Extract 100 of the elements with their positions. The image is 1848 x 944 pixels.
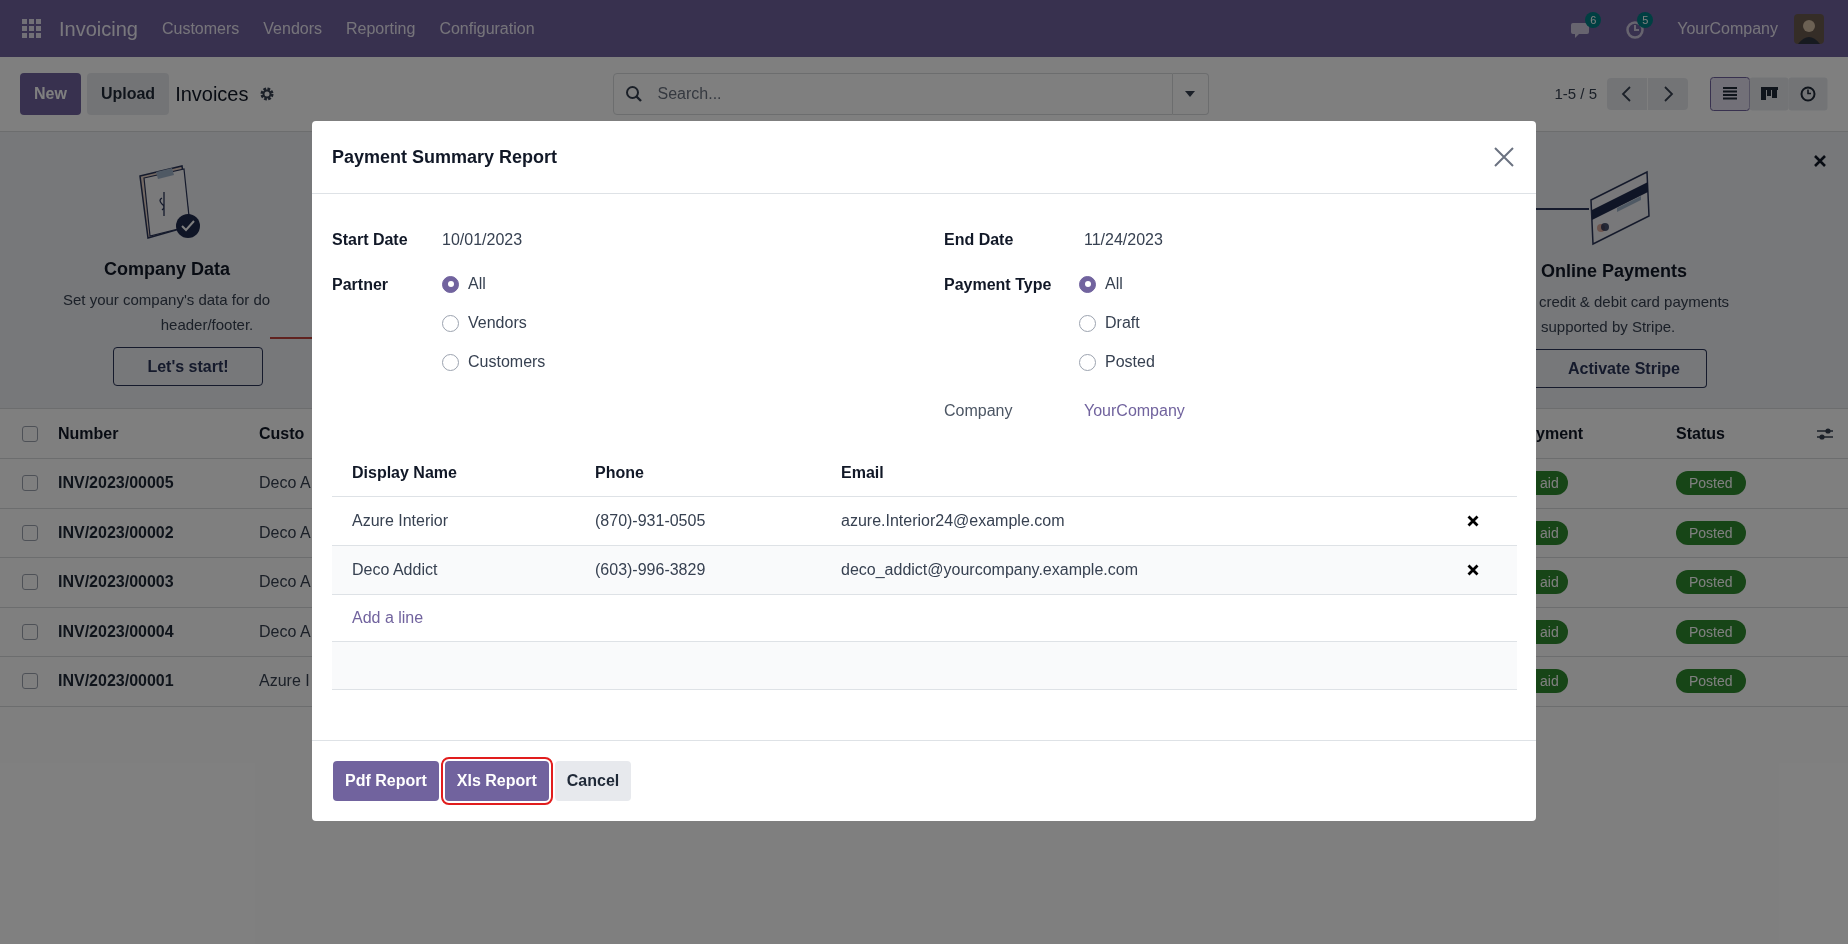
table-cell-text: Deco A [259,473,311,494]
column-header[interactable]: Status [1676,421,1725,446]
table-cell-text: deco_addict@yourcompany.example.com [841,560,1138,580]
menu-item[interactable]: Reporting [334,16,428,41]
status-badge: aid [1536,669,1568,694]
delete-icon[interactable] [1467,564,1479,576]
chevron-right-icon[interactable] [1648,78,1688,110]
date-value: 11/24/2023 [1084,230,1163,250]
status-badge: aid [1536,471,1568,496]
checkbox[interactable] [22,574,38,591]
kanban-view-icon[interactable] [1749,77,1789,111]
dropdown-toggle[interactable] [1172,73,1209,115]
upload-button[interactable]: Upload [86,73,170,115]
field-label: Company [944,401,1014,421]
radio-button[interactable] [1079,353,1096,371]
search-field[interactable]: Search... [612,73,1173,115]
menu-item[interactable]: Vendors [251,16,334,41]
field-label: End Date [944,230,1015,250]
column-header[interactable]: yment [1536,421,1584,446]
company-name[interactable]: YourCompany [1677,16,1778,41]
new-button[interactable]: New [20,73,81,115]
step-title: Company Data [104,258,230,281]
radio-button[interactable] [1079,314,1096,332]
close-icon[interactable] [1494,147,1514,167]
column-header[interactable]: Number [58,421,119,446]
checkbox[interactable] [22,524,38,541]
count-badge: 6 [1585,11,1602,28]
table-cell-text: Azure Interior [352,511,449,531]
page-title: Invoices [175,82,249,107]
date-value: 10/01/2023 [442,230,523,250]
step-description: header/footer. [160,315,254,335]
table-cell-text: INV/2023/00002 [58,522,174,543]
table-cell-text: Deco A [259,522,311,543]
table-cell-text: Deco A [259,572,311,593]
start-button[interactable]: Let's start! [113,347,263,386]
add-line-link[interactable]: Add a line [352,606,424,630]
status-badge: Posted [1676,520,1746,545]
radio-label[interactable]: Draft [1105,311,1140,335]
radio-label[interactable]: Vendors [468,311,527,335]
activate-button[interactable]: Activate Stripe [1536,349,1707,388]
close-icon[interactable] [1813,154,1827,168]
step-description: Set your company's data for do [63,290,271,310]
table-cell-text: azure.Interior24@example.com [841,511,1065,531]
table-cell-text: INV/2023/00005 [58,473,174,494]
status-badge: Posted [1676,570,1746,595]
status-badge: aid [1536,619,1568,644]
radio-label[interactable]: All [468,272,486,296]
radio-button[interactable] [442,314,459,332]
chevron-left-icon[interactable] [1607,78,1647,110]
step-description: supported by Stripe. [1541,317,1677,337]
menu-item[interactable]: Configuration [427,16,547,41]
app-name[interactable]: Invoicing [59,13,138,44]
column-header: Display Name [352,462,457,483]
settings-icon[interactable] [1816,426,1834,442]
table-cell-text: Deco A [259,621,311,642]
avatar-icon[interactable] [1794,13,1824,44]
radio-label[interactable]: All [1105,272,1123,296]
pager-value: 1-5 / 5 [1554,83,1597,104]
list-view-icon[interactable] [1710,77,1750,111]
table-cell-text: Deco Addict [352,560,438,580]
clock-icon[interactable] [1788,77,1828,111]
checkbox[interactable] [22,673,38,690]
table-cell-text: INV/2023/00004 [58,621,174,642]
caret-icon [1185,91,1195,97]
step-description: credit & debit card payments [1539,292,1730,312]
radio-label[interactable]: Customers [468,350,546,374]
field-label: Payment Type [944,275,1053,295]
status-badge: Posted [1676,471,1746,496]
search-icon [624,85,643,103]
table-cell-text: INV/2023/00003 [58,572,174,593]
table-cell-text: INV/2023/00001 [58,671,174,692]
column-header[interactable]: Custo [259,421,305,446]
report-button[interactable]: Pdf Report [333,761,439,801]
cancel-button[interactable]: Cancel [554,761,632,801]
status-badge: Posted [1676,619,1746,644]
table-cell-text: Azure I [259,671,310,692]
company-link[interactable]: YourCompany [1084,399,1185,423]
step-title: Online Payments [1541,260,1689,283]
column-header: Email [841,462,884,483]
checkbox[interactable] [22,475,38,492]
radio-button[interactable] [442,353,459,371]
dialog-title: Payment Summary Report [332,145,558,169]
field-label: Start Date [332,230,409,250]
field-label: Partner [332,275,390,295]
table-cell-text: (870)-931-0505 [595,511,706,531]
delete-icon[interactable] [1467,515,1479,527]
radio-button[interactable] [1079,275,1096,293]
status-badge: aid [1536,570,1568,595]
status-badge: aid [1536,520,1568,545]
radio-label[interactable]: Posted [1105,350,1155,374]
checkbox[interactable] [22,425,38,442]
table-cell-text: (603)-996-3829 [595,560,706,580]
count-badge: 5 [1637,11,1654,28]
status-badge: Posted [1676,669,1746,694]
checkbox[interactable] [22,623,38,640]
gear-icon[interactable] [258,86,275,102]
app-menu-icon[interactable] [22,19,41,38]
column-header: Phone [595,462,644,483]
radio-button[interactable] [442,275,459,293]
menu-item[interactable]: Customers [149,16,252,41]
